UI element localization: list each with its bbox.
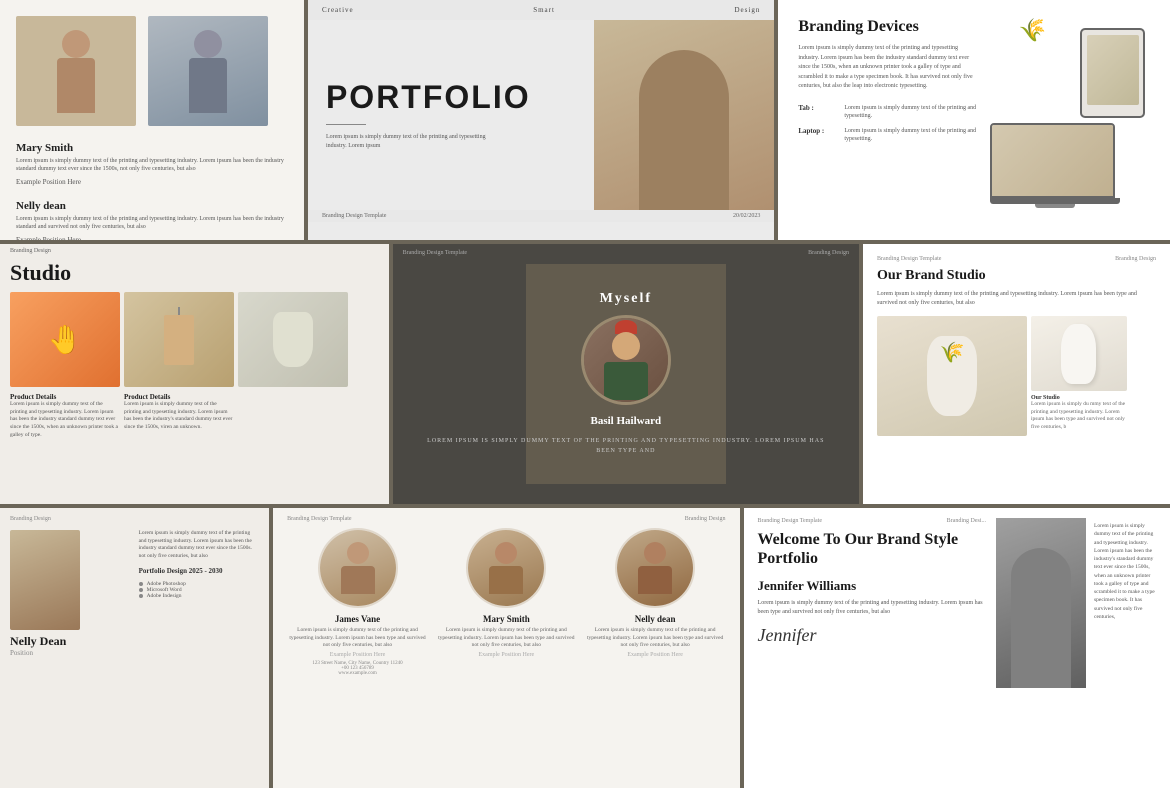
portfolio-footer-right: 20/02/2023 bbox=[733, 213, 760, 219]
slide-team-portraits: Mary Smith Lorem ipsum is simply dummy t… bbox=[0, 0, 304, 240]
branding-desc: Lorem ipsum is simply dummy text of the … bbox=[798, 44, 978, 92]
jennifer-header-left: Branding Design Template bbox=[758, 518, 822, 524]
portfolio-divider bbox=[326, 124, 366, 125]
nelly-name: Nelly Dean bbox=[10, 634, 131, 649]
products-title: Studio bbox=[0, 258, 389, 288]
jennifer-desc-left: Lorem ipsum is simply dummy text of the … bbox=[758, 599, 986, 617]
product1-desc: Lorem ipsum is simply dummy text of the … bbox=[10, 401, 120, 439]
james-desc: Lorem ipsum is simply dummy text of the … bbox=[287, 627, 428, 650]
brand-studio-header-left: Branding Design Template bbox=[877, 256, 941, 262]
portrait-nelly bbox=[148, 16, 268, 126]
mary-smith-desc: Lorem ipsum is simply dummy text of the … bbox=[16, 157, 288, 174]
nelly-portfolio-title: Portfolio Design 2025 - 2030 bbox=[139, 567, 260, 575]
spec-tab-label: Tab : bbox=[798, 104, 838, 112]
mary-position: Example Position Here bbox=[16, 178, 288, 186]
team-header-right: Branding Design bbox=[685, 516, 726, 522]
nav-creative: Creative bbox=[322, 6, 354, 14]
slide-jennifer: Branding Design Template Branding Desi..… bbox=[744, 508, 1170, 788]
team-header-left: Branding Design Template bbox=[287, 516, 351, 522]
myself-avatar bbox=[581, 315, 671, 405]
nelly-name-r3: Nelly dean bbox=[635, 614, 676, 624]
spec-tab-val: Lorem ipsum is simply dummy text of the … bbox=[844, 104, 980, 121]
nelly-header: Branding Design bbox=[10, 516, 51, 522]
row-3: Branding Design Nelly Dean Position Lore… bbox=[0, 508, 1170, 788]
spec-laptop-label: Laptop : bbox=[798, 127, 838, 135]
jennifer-desc-right: Lorem ipsum is simply dummy text of the … bbox=[1094, 522, 1156, 621]
nelly-desc: Lorem ipsum is simply dummy text of the … bbox=[139, 530, 260, 561]
product2-desc: Lorem ipsum is simply dummy text of the … bbox=[124, 401, 234, 432]
product2-title: Product Details bbox=[124, 393, 234, 401]
jennifer-signature: Jennifer bbox=[758, 625, 986, 646]
jennifer-name: Jennifer Williams bbox=[758, 578, 986, 594]
slide-products: Branding Design Studio 🤚 Product bbox=[0, 244, 389, 504]
portfolio-footer-left: Branding Design Template bbox=[322, 213, 386, 219]
portfolio-title: PORTFOLIO bbox=[326, 79, 576, 116]
nelly-position-r3: Example Position Here bbox=[627, 652, 683, 658]
james-name: James Vane bbox=[335, 614, 380, 624]
nelly-pos: Position bbox=[10, 649, 131, 657]
team-member-mary: Mary Smith Lorem ipsum is simply dummy t… bbox=[436, 528, 577, 676]
portfolio-photo bbox=[594, 20, 774, 210]
row-1: Mary Smith Lorem ipsum is simply dummy t… bbox=[0, 0, 1170, 240]
slide-branding-devices: Branding Devices Lorem ipsum is simply d… bbox=[778, 0, 1170, 240]
james-position: Example Position Here bbox=[330, 652, 386, 658]
branding-title: Branding Devices bbox=[798, 18, 980, 36]
myself-title: Myself bbox=[600, 291, 652, 307]
slide-nelly-profile: Branding Design Nelly Dean Position Lore… bbox=[0, 508, 269, 788]
mary-smith-name: Mary Smith bbox=[16, 142, 288, 154]
nav-smart: Smart bbox=[533, 6, 555, 14]
team-member-james: James Vane Lorem ipsum is simply dummy t… bbox=[287, 528, 428, 676]
portfolio-nav: Creative Smart Design bbox=[308, 0, 774, 20]
slide-team-three: Branding Design Template Branding Design bbox=[273, 508, 739, 788]
main-grid: Mary Smith Lorem ipsum is simply dummy t… bbox=[0, 0, 1170, 780]
nelly-skills: Adobe Photoshop Microsoft Word Adobe Ind… bbox=[139, 581, 260, 599]
jennifer-photo bbox=[996, 518, 1086, 688]
row-2: Branding Design Studio 🤚 Product bbox=[0, 244, 1170, 504]
products-header-label: Branding Design bbox=[10, 248, 51, 254]
portrait-mary bbox=[16, 16, 136, 126]
nelly-dean-desc: Lorem ipsum is simply dummy text of the … bbox=[16, 215, 288, 232]
spec-laptop-val: Lorem ipsum is simply dummy text of the … bbox=[844, 127, 980, 144]
brand-studio-title: Our Brand Studio bbox=[877, 268, 1156, 284]
jennifer-header-right: Branding Desi... bbox=[947, 518, 986, 524]
mary-name-r3: Mary Smith bbox=[483, 614, 530, 624]
team-member-nelly-r3: Nelly dean Lorem ipsum is simply dummy t… bbox=[585, 528, 726, 676]
nelly-dean-name: Nelly dean bbox=[16, 200, 288, 212]
jennifer-welcome: Welcome To Our Brand Style Portfolio bbox=[758, 530, 986, 568]
mary-desc-r3: Lorem ipsum is simply dummy text of the … bbox=[436, 627, 577, 650]
product1-title: Product Details bbox=[10, 393, 120, 401]
myself-person-name: Basil Hailward bbox=[591, 415, 662, 427]
myself-tagline: LOREM IPSUM IS SIMPLY DUMMY TEXT OF THE … bbox=[393, 437, 859, 456]
nelly-desc-r3: Lorem ipsum is simply dummy text of the … bbox=[585, 627, 726, 650]
slide-myself: Branding Design Template Branding Design… bbox=[393, 244, 859, 504]
james-email: www.example.com bbox=[338, 671, 377, 676]
brand-studio-header-right: Branding Design bbox=[1115, 256, 1156, 262]
devices-illustration: 🌾 bbox=[990, 18, 1150, 218]
skill-3: Adobe Indesign bbox=[147, 593, 182, 599]
myself-header-right: Branding Design bbox=[808, 250, 849, 256]
mary-position-r3: Example Position Here bbox=[479, 652, 535, 658]
nav-design: Design bbox=[735, 6, 761, 14]
myself-header-left: Branding Design Template bbox=[403, 250, 467, 256]
nelly-position: Example Position Here bbox=[16, 236, 288, 240]
slide-brand-studio: Branding Design Template Branding Design… bbox=[863, 244, 1170, 504]
brand-studio-desc: Lorem ipsum is simply dummy text of the … bbox=[877, 290, 1156, 308]
portfolio-desc: Lorem ipsum is simply dummy text of the … bbox=[326, 133, 486, 151]
studio-sublabel: Lorem ipsum is simply du mmy text of the… bbox=[1031, 401, 1131, 432]
nelly-portrait bbox=[10, 530, 80, 630]
slide-portfolio: Creative Smart Design PORTFOLIO Lorem ip… bbox=[308, 0, 774, 240]
